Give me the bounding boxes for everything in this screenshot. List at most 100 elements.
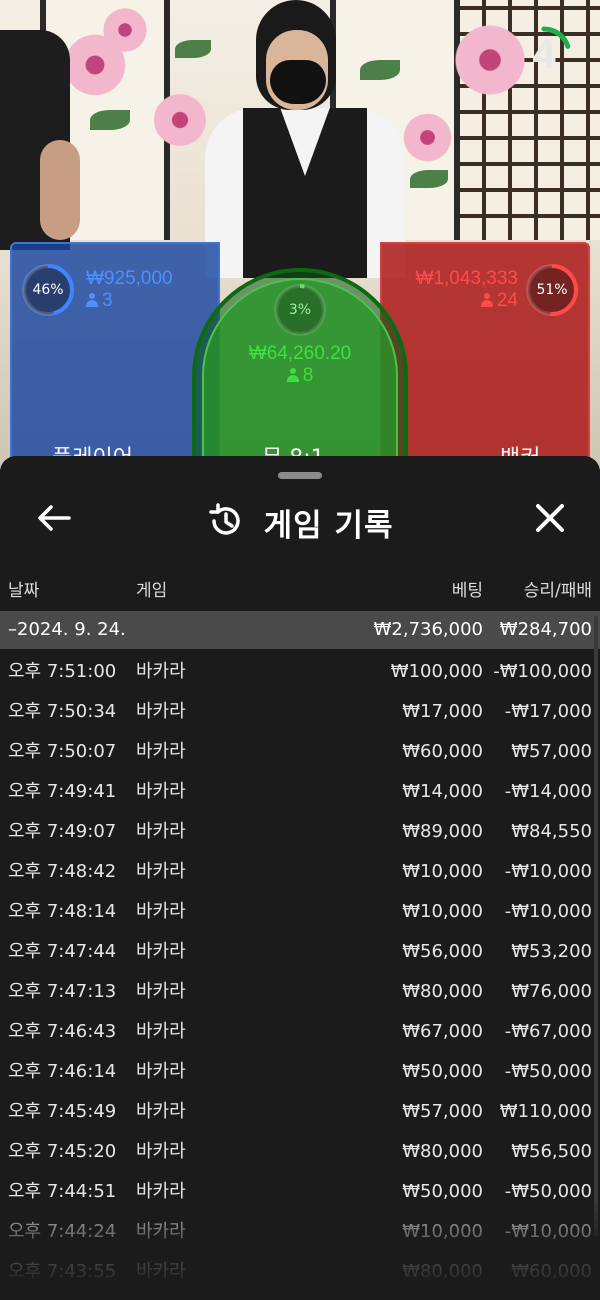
row-game: 바카라 [136, 1141, 186, 1162]
decor-flower [400, 110, 455, 165]
table-row[interactable]: 오후 7:47:44 바카라 ₩56,000 ₩53,200 [0, 932, 600, 972]
close-button[interactable] [530, 498, 570, 538]
row-bet: ₩17,000 [402, 701, 483, 722]
decor-leaf [410, 170, 448, 188]
row-bet: ₩57,000 [402, 1101, 483, 1122]
summary-date: –2024. 9. 24. [8, 619, 126, 640]
scrollbar[interactable] [594, 616, 598, 1236]
row-game: 바카라 [136, 1061, 186, 1082]
row-game: 바카라 [136, 1261, 186, 1282]
table-row[interactable]: 오후 7:46:43 바카라 ₩67,000 -₩67,000 [0, 1012, 600, 1052]
sheet-drag-handle[interactable] [278, 472, 322, 479]
row-game: 바카라 [136, 1101, 186, 1122]
row-bet: ₩10,000 [402, 861, 483, 882]
row-result: -₩10,000 [504, 1221, 592, 1242]
row-game: 바카라 [136, 1221, 186, 1242]
column-header-game: 게임 [136, 581, 168, 601]
row-result: -₩14,000 [504, 781, 592, 802]
sheet-title-wrap: 게임 기록 [0, 500, 600, 545]
player-stats: ₩925,000 3 [86, 268, 173, 312]
table-row[interactable]: 오후 7:50:07 바카라 ₩60,000 ₩57,000 [0, 732, 600, 772]
row-result: -₩67,000 [504, 1021, 592, 1042]
row-time: 오후 7:44:51 [8, 1181, 117, 1202]
row-bet: ₩10,000 [402, 1221, 483, 1242]
row-result: -₩100,000 [493, 661, 592, 682]
table-row[interactable]: 오후 7:47:13 바카라 ₩80,000 ₩76,000 [0, 972, 600, 1012]
person-icon [286, 368, 299, 382]
banker-percent: 51% [536, 282, 568, 298]
close-icon [536, 504, 564, 532]
row-result: -₩10,000 [504, 901, 592, 922]
row-time: 오후 7:49:41 [8, 781, 117, 802]
row-game: 바카라 [136, 901, 186, 922]
player-percent-ring: 46% [20, 262, 76, 318]
table-row[interactable]: 오후 7:48:14 바카라 ₩10,000 -₩10,000 [0, 892, 600, 932]
player-percent: 46% [32, 282, 64, 298]
round-timer: 4 [514, 24, 574, 84]
row-bet: ₩60,000 [402, 741, 483, 762]
dealer-mask [270, 60, 326, 104]
row-time: 오후 7:50:07 [8, 741, 117, 762]
row-time: 오후 7:43:55 [8, 1261, 117, 1282]
row-result: ₩53,200 [511, 941, 592, 962]
banker-amount: ₩1,043,333 [415, 268, 518, 289]
row-bet: ₩100,000 [390, 661, 483, 682]
row-bet: ₩67,000 [402, 1021, 483, 1042]
table-row[interactable]: 오후 7:48:42 바카라 ₩10,000 -₩10,000 [0, 852, 600, 892]
history-icon [207, 502, 243, 543]
tie-stats: ₩64,260.20 8 [200, 343, 400, 387]
row-result: -₩50,000 [504, 1181, 592, 1202]
row-time: 오후 7:45:49 [8, 1101, 117, 1122]
row-game: 바카라 [136, 981, 186, 1002]
row-bet: ₩14,000 [402, 781, 483, 802]
table-row[interactable]: 오후 7:45:49 바카라 ₩57,000 ₩110,000 [0, 1092, 600, 1132]
summary-result: ₩284,700 [499, 619, 592, 640]
row-time: 오후 7:45:20 [8, 1141, 117, 1162]
row-time: 오후 7:46:43 [8, 1021, 117, 1042]
row-game: 바카라 [136, 661, 186, 682]
row-bet: ₩56,000 [402, 941, 483, 962]
sheet-header: 게임 기록 [0, 486, 600, 550]
table-row[interactable]: 오후 7:45:20 바카라 ₩80,000 ₩56,500 [0, 1132, 600, 1172]
row-time: 오후 7:48:14 [8, 901, 117, 922]
table-row[interactable]: 오후 7:44:51 바카라 ₩50,000 -₩50,000 [0, 1172, 600, 1212]
row-game: 바카라 [136, 821, 186, 842]
player-count: 3 [102, 290, 113, 311]
row-bet: ₩89,000 [402, 821, 483, 842]
background-person-arm [40, 140, 80, 240]
table-row[interactable]: 오후 7:49:41 바카라 ₩14,000 -₩14,000 [0, 772, 600, 812]
table-row[interactable]: 오후 7:43:55 바카라 ₩80,000 ₩60,000 [0, 1252, 600, 1292]
row-game: 바카라 [136, 861, 186, 882]
row-time: 오후 7:46:14 [8, 1061, 117, 1082]
row-result: -₩50,000 [504, 1061, 592, 1082]
tie-percent-ring: 3% [272, 282, 328, 338]
banker-count-wrap: 24 [388, 290, 518, 312]
table-row[interactable]: 오후 7:50:34 바카라 ₩17,000 -₩17,000 [0, 692, 600, 732]
row-bet: ₩80,000 [402, 1261, 483, 1282]
person-icon [86, 293, 98, 307]
row-game: 바카라 [136, 701, 186, 722]
row-time: 오후 7:44:24 [8, 1221, 117, 1242]
tie-percent: 3% [288, 302, 312, 318]
tie-count-wrap: 8 [200, 365, 400, 387]
row-result: ₩76,000 [511, 981, 592, 1002]
banker-percent-ring: 51% [524, 262, 580, 318]
column-header-bet: 베팅 [451, 581, 483, 601]
row-game: 바카라 [136, 941, 186, 962]
decor-leaf [175, 40, 211, 58]
table-row[interactable]: 오후 7:46:14 바카라 ₩50,000 -₩50,000 [0, 1052, 600, 1092]
row-result: ₩57,000 [511, 741, 592, 762]
player-count-wrap: 3 [86, 290, 173, 312]
date-summary-row[interactable]: –2024. 9. 24. ₩2,736,000 ₩284,700 [0, 611, 600, 649]
table-row[interactable]: 오후 7:49:07 바카라 ₩89,000 ₩84,550 [0, 812, 600, 852]
row-time: 오후 7:48:42 [8, 861, 117, 882]
player-amount: ₩925,000 [86, 268, 173, 289]
row-game: 바카라 [136, 741, 186, 762]
table-row[interactable]: 오후 7:44:24 바카라 ₩10,000 -₩10,000 [0, 1212, 600, 1252]
table-row[interactable]: 오후 7:51:00 바카라 ₩100,000 -₩100,000 [0, 652, 600, 692]
row-bet: ₩50,000 [402, 1061, 483, 1082]
row-bet: ₩10,000 [402, 901, 483, 922]
row-time: 오후 7:49:07 [8, 821, 117, 842]
sheet-title: 게임 기록 [263, 508, 394, 544]
banker-stats: ₩1,043,333 24 [388, 268, 518, 312]
